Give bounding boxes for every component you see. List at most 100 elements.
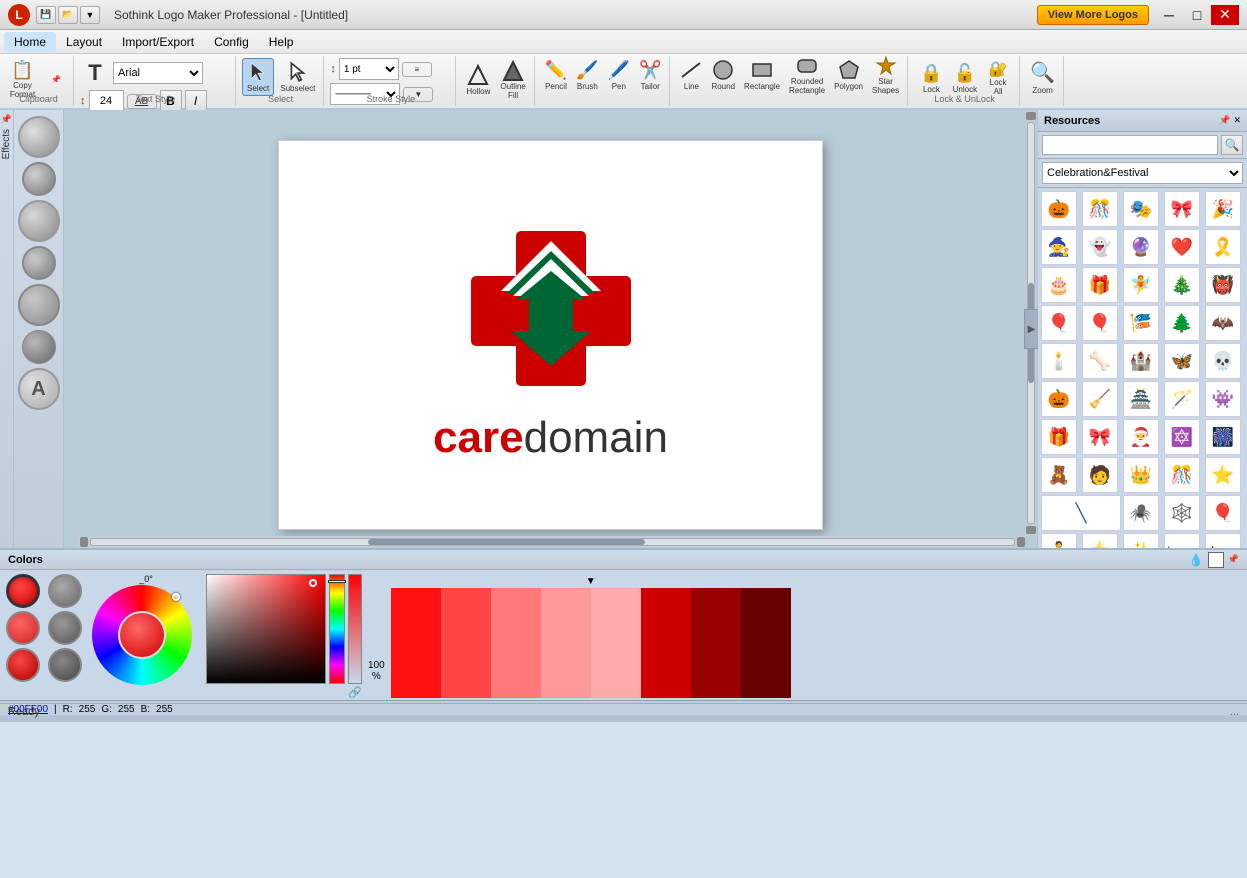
resource-item[interactable]: 👻 (1082, 229, 1118, 265)
lock-button[interactable]: 🔒 Lock (916, 58, 946, 99)
resource-item[interactable]: 🏯 (1123, 381, 1159, 417)
menu-help[interactable]: Help (259, 32, 304, 52)
quick-menu-btn[interactable]: ▼ (80, 6, 100, 24)
stroke-options-button[interactable]: ≡ (402, 62, 432, 77)
resources-close-icon[interactable]: ✕ (1233, 115, 1241, 126)
quick-open-btn[interactable]: 📂 (58, 6, 78, 24)
tailor-button[interactable]: ✂️ Tailor (635, 58, 665, 93)
resource-item[interactable]: 🎄 (1164, 267, 1200, 303)
resource-item[interactable]: 🎈 (1041, 305, 1077, 341)
resource-item[interactable]: 🧚 (1123, 267, 1159, 303)
resource-item[interactable]: 🧙 (1041, 229, 1077, 265)
swatch-red-fill[interactable] (6, 574, 40, 608)
view-more-logos-button[interactable]: View More Logos (1037, 5, 1149, 25)
resources-pin-icon[interactable]: 📌 (1219, 115, 1230, 126)
eyedropper-icon[interactable]: 💧 (1189, 553, 1204, 567)
resource-item[interactable]: ✨ (1123, 533, 1159, 548)
resource-item[interactable]: 🕯️ (1041, 343, 1077, 379)
zoom-button[interactable]: 🔍 Zoom (1026, 58, 1059, 97)
line-tool-button[interactable]: Line (676, 57, 706, 93)
presets-expand-button[interactable]: ▼ (391, 576, 791, 587)
star-tool-button[interactable]: StarShapes (868, 53, 903, 98)
stroke-width-select[interactable]: 1 pt2 pt3 pt (339, 58, 399, 80)
left-tool-6[interactable] (22, 330, 56, 364)
panel-expand-button[interactable]: ▶ (1024, 309, 1038, 349)
left-tool-4[interactable] (22, 246, 56, 280)
brush-button[interactable]: 🖌️ Brush (572, 58, 602, 93)
quick-save-btn[interactable]: 💾 (36, 6, 56, 24)
color-wheel[interactable] (92, 585, 192, 685)
resource-item[interactable]: 👾 (1205, 381, 1241, 417)
resource-item[interactable]: 🎀 (1164, 191, 1200, 227)
pen-button[interactable]: 🖊️ Pen (604, 58, 634, 93)
close-button[interactable]: ✕ (1211, 5, 1239, 25)
resource-item[interactable]: ╲ (1041, 495, 1121, 531)
resource-item[interactable]: 🧸 (1041, 457, 1077, 493)
left-tool-5[interactable] (18, 284, 60, 326)
resource-item[interactable]: 🕷️ (1123, 495, 1159, 531)
pencil-button[interactable]: ✏️ Pencil (541, 58, 571, 93)
subselect-button[interactable]: Subselect (276, 58, 319, 96)
resource-item[interactable]: ⭐ (1205, 457, 1241, 493)
resource-item[interactable]: 🎁 (1082, 267, 1118, 303)
opacity-slider[interactable] (348, 574, 362, 684)
select-button[interactable]: Select (242, 58, 274, 96)
resource-item[interactable]: 🌲 (1164, 305, 1200, 341)
polygon-tool-button[interactable]: Polygon (830, 57, 867, 93)
swatch-grey-3[interactable] (48, 648, 82, 682)
rectangle-tool-button[interactable]: Rectangle (740, 57, 784, 93)
left-tool-3[interactable] (18, 200, 60, 242)
resource-item[interactable]: 🎈 (1082, 305, 1118, 341)
color-presets-bar[interactable] (391, 588, 791, 698)
resource-item[interactable]: 🧹 (1082, 381, 1118, 417)
menu-layout[interactable]: Layout (56, 32, 112, 52)
resource-item[interactable]: 🎭 (1123, 191, 1159, 227)
text-tool[interactable]: A (18, 368, 60, 410)
link-button[interactable]: 🔗 (348, 686, 362, 699)
resource-item[interactable]: 🎀 (1082, 419, 1118, 455)
minimize-button[interactable]: ─ (1155, 5, 1183, 25)
menu-config[interactable]: Config (204, 32, 259, 52)
hue-slider[interactable] (329, 574, 345, 684)
menu-home[interactable]: Home (4, 32, 56, 52)
color-fill-box[interactable] (1208, 552, 1224, 568)
resource-item[interactable]: 🦴 (1082, 343, 1118, 379)
swatch-grey[interactable] (48, 574, 82, 608)
search-icon[interactable]: 🔍 (1221, 135, 1243, 155)
resources-search-input[interactable] (1042, 135, 1218, 155)
resource-item[interactable]: 🕸️ (1164, 495, 1200, 531)
category-select[interactable]: Celebration&Festival Animals Business Na… (1042, 162, 1243, 184)
resource-item[interactable]: ❤️ (1164, 229, 1200, 265)
resource-item[interactable]: 💀 (1205, 343, 1241, 379)
unlock-button[interactable]: 🔓 Unlock (949, 58, 981, 99)
resource-item[interactable]: ⭐ (1082, 533, 1118, 548)
color-gradient-picker[interactable] (206, 574, 326, 684)
resource-item[interactable]: 👑 (1123, 457, 1159, 493)
left-tool-1[interactable] (18, 116, 60, 158)
resource-item[interactable]: 🎉 (1205, 191, 1241, 227)
maximize-button[interactable]: □ (1183, 5, 1211, 25)
font-family-select[interactable]: Arial Times New Roman Verdana (113, 62, 203, 84)
resource-item[interactable]: 🎆 (1205, 419, 1241, 455)
resource-item[interactable]: 🔯 (1164, 419, 1200, 455)
resource-item[interactable]: 🧍 (1041, 533, 1077, 548)
menu-import-export[interactable]: Import/Export (112, 32, 204, 52)
rounded-rectangle-tool-button[interactable]: RoundedRectangle (785, 53, 829, 98)
resource-item[interactable]: 🎈 (1205, 495, 1241, 531)
resource-item[interactable]: 🦋 (1164, 343, 1200, 379)
resource-item[interactable]: 🎊 (1164, 457, 1200, 493)
resource-item[interactable]: 🎏 (1123, 305, 1159, 341)
resource-item[interactable]: 🔮 (1123, 229, 1159, 265)
resource-item[interactable]: 🦇 (1205, 305, 1241, 341)
outline-fill-button[interactable]: OutlineFill (496, 58, 529, 103)
hollow-button[interactable]: Hollow (462, 58, 494, 103)
canvas-area[interactable]: caredomain (64, 110, 1037, 548)
resource-item[interactable]: 🏰 (1123, 343, 1159, 379)
horizontal-scrollbar[interactable] (78, 536, 1025, 548)
swatch-red-3[interactable] (6, 648, 40, 682)
resource-item[interactable]: 🪄 (1164, 381, 1200, 417)
resource-item[interactable]: 👹 (1205, 267, 1241, 303)
add-text-button[interactable]: T (80, 58, 110, 88)
swatch-red-2[interactable] (6, 611, 40, 645)
lock-all-button[interactable]: 🔐 LockAll (983, 58, 1013, 99)
